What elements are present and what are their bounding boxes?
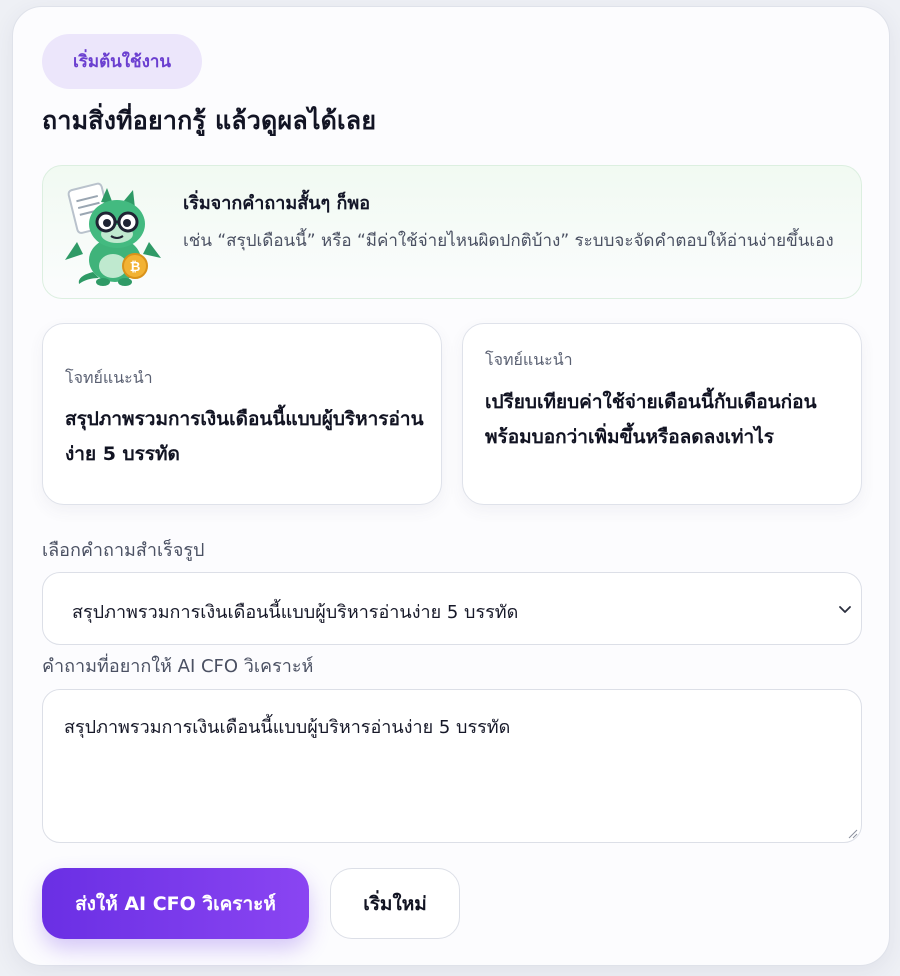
suggested-prompt-text: เปรียบเทียบค่าใช้จ่ายเดือนนี้กับเดือนก่อ… [485,391,817,448]
page-title: ถามสิ่งที่อยากรู้ แล้วดูผลได้เลย [42,106,377,135]
question-textarea[interactable]: สรุปภาพรวมการเงินเดือนนี้แบบผู้บริหารอ่า… [42,689,862,843]
tip-banner: ₿ เริ่มจากคำถามสั้นๆ ก็พอ เช่น “สรุปเดือ… [42,165,862,299]
svg-text:₿: ₿ [130,260,141,275]
suggested-prompt-text: สรุปภาพรวมการเงินเดือนนี้แบบผู้บริหารอ่า… [65,408,424,465]
onboarding-badge: เริ่มต้นใช้งาน [42,34,202,89]
question-input-label: คำถามที่อยากให้ AI CFO วิเคราะห์ [42,656,314,677]
submit-analysis-button[interactable]: ส่งให้ AI CFO วิเคราะห์ [42,868,309,939]
preset-question-value: สรุปภาพรวมการเงินเดือนนี้แบบผู้บริหารอ่า… [72,602,519,623]
suggested-prompt-card[interactable]: โจทย์แนะนำ สรุปภาพรวมการเงินเดือนนี้แบบผ… [42,323,442,505]
resize-handle-icon[interactable] [848,829,858,839]
tip-title: เริ่มจากคำถามสั้นๆ ก็พอ [183,193,371,214]
suggested-prompt-card[interactable]: โจทย์แนะนำ เปรียบเทียบค่าใช้จ่ายเดือนนี้… [462,323,862,505]
suggested-prompt-tag: โจทย์แนะนำ [485,350,573,369]
tip-description: เช่น “สรุปเดือนนี้” หรือ “มีค่าใช้จ่ายไห… [183,231,834,251]
preset-question-label: เลือกคำถามสำเร็จรูป [42,540,205,561]
reset-button[interactable]: เริ่มใหม่ [330,868,460,939]
onboarding-card: เริ่มต้นใช้งาน ถามสิ่งที่อยากรู้ แล้วดูผ… [12,6,890,966]
question-textarea-value: สรุปภาพรวมการเงินเดือนนี้แบบผู้บริหารอ่า… [64,717,511,738]
dragon-mascot-icon: ₿ [65,182,161,286]
suggested-prompt-tag: โจทย์แนะนำ [65,368,153,387]
preset-question-select[interactable]: สรุปภาพรวมการเงินเดือนนี้แบบผู้บริหารอ่า… [42,572,862,645]
chevron-down-icon [839,606,851,613]
